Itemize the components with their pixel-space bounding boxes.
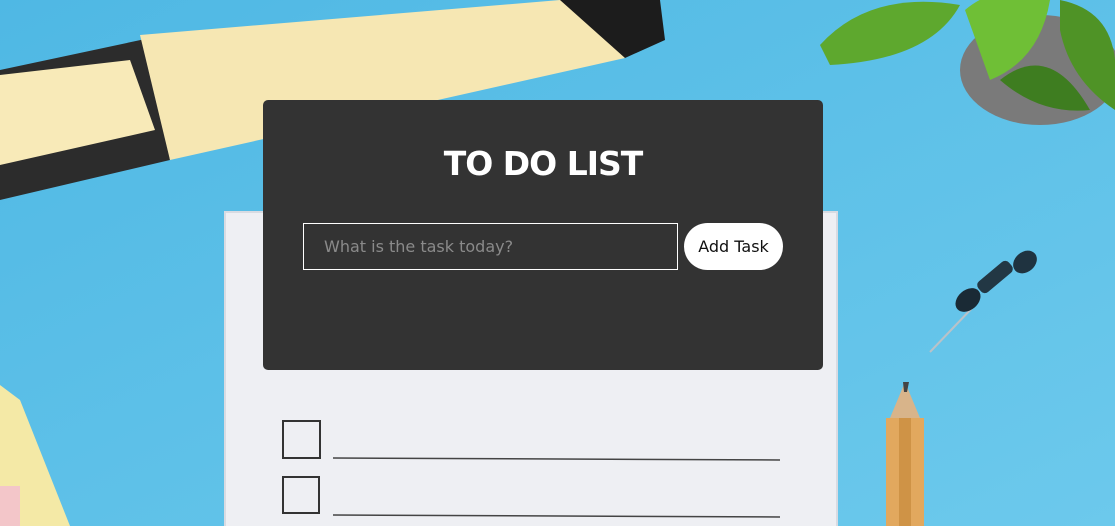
app-title: TO DO LIST	[443, 144, 644, 183]
todo-card: TO DO LIST Add Task	[263, 100, 823, 370]
add-task-button[interactable]: Add Task	[684, 223, 783, 270]
task-input[interactable]	[303, 223, 678, 270]
